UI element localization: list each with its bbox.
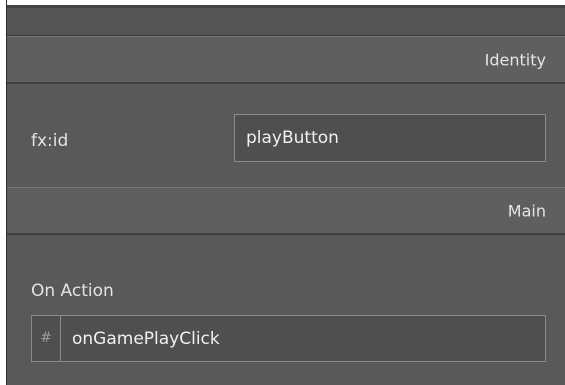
fx-id-field[interactable]: playButton <box>234 114 546 162</box>
section-header-main[interactable]: Main <box>7 187 565 235</box>
inspector-panel: Identity fx:id playButton Main On Action… <box>7 0 565 385</box>
on-action-value: onGamePlayClick <box>72 328 220 349</box>
fx-id-label: fx:id <box>31 131 69 151</box>
section-header-identity[interactable]: Identity <box>7 36 565 84</box>
fx-id-value: playButton <box>246 128 339 148</box>
on-action-field[interactable]: # onGamePlayClick <box>31 315 546 362</box>
section-title-main: Main <box>507 201 546 220</box>
hash-icon: # <box>32 316 61 361</box>
panel-top-edge <box>7 0 565 8</box>
collapsed-section-bar[interactable] <box>7 8 565 36</box>
section-title-identity: Identity <box>484 50 546 69</box>
on-action-label: On Action <box>31 281 114 301</box>
